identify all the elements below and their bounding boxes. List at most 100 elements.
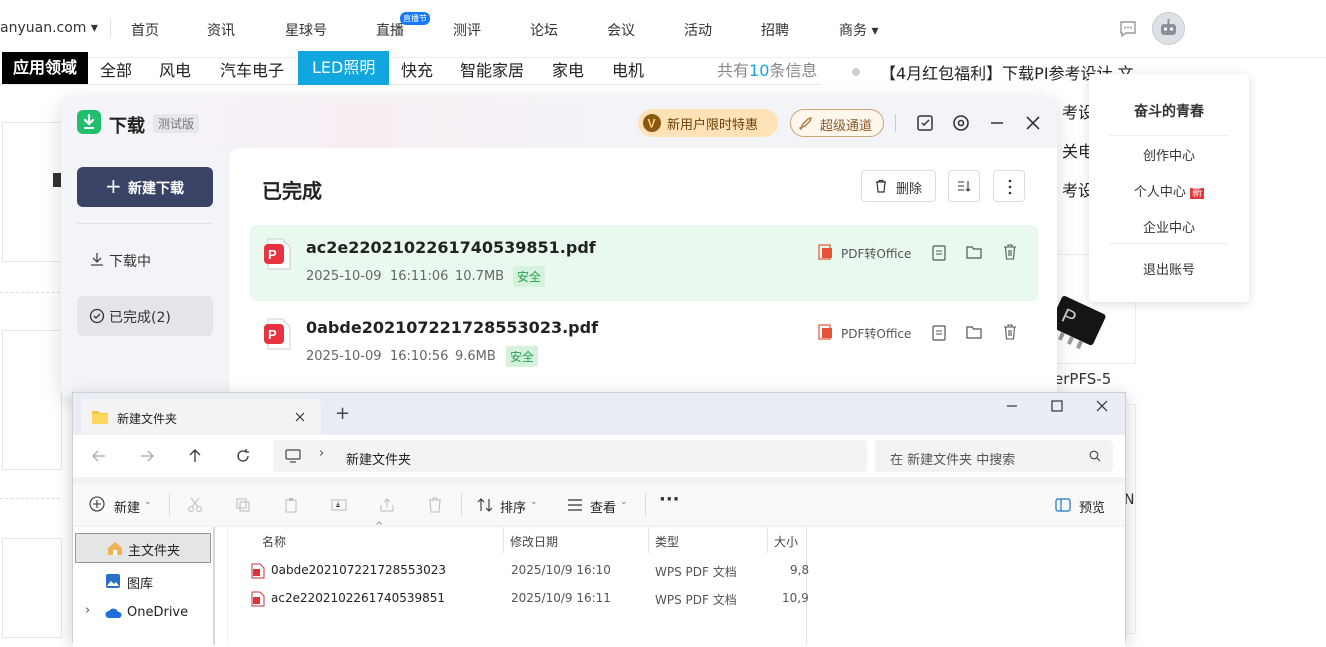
nav-events[interactable]: 活动 — [684, 20, 712, 40]
back-arrow-icon[interactable] — [91, 448, 107, 464]
nav-live[interactable]: 直播 — [376, 20, 404, 40]
column-divider[interactable] — [648, 527, 649, 553]
column-name[interactable]: 名称 — [262, 533, 286, 550]
site-domain[interactable]: anyuan.com ▾ — [0, 20, 98, 36]
cut-icon[interactable] — [187, 497, 203, 513]
file-date: 2025-10-09 — [306, 269, 382, 284]
cat-motor[interactable]: 电机 — [612, 57, 644, 81]
settings-icon[interactable] — [951, 113, 971, 133]
nav-news[interactable]: 资讯 — [207, 20, 235, 40]
cat-appliance[interactable]: 家电 — [552, 57, 584, 81]
file-name[interactable]: ac2e2202102261740539851.pdf — [306, 238, 596, 257]
table-row[interactable]: 0abde202107221728553023 2025/10/9 16:10 … — [243, 559, 809, 583]
menu-logout[interactable]: 退出账号 — [1089, 259, 1249, 278]
file-name[interactable]: 0abde202107221728553023.pdf — [306, 318, 598, 337]
nav-planet[interactable]: 星球号 — [285, 20, 327, 40]
svg-text:V: V — [648, 117, 656, 131]
menu-enterprise-center[interactable]: 企业中心 — [1089, 217, 1249, 236]
up-arrow-icon[interactable] — [187, 448, 203, 464]
share-icon[interactable] — [379, 497, 395, 513]
super-channel-button[interactable]: 超级通道 — [790, 109, 884, 137]
promo-button[interactable]: V 新用户限时特惠 — [638, 109, 778, 137]
nav-onedrive[interactable]: › OneDrive — [75, 599, 211, 627]
pane-splitter[interactable] — [213, 527, 215, 645]
new-download-button[interactable]: + 新建下载 — [77, 167, 213, 207]
nav-home-folder[interactable]: 主文件夹 — [75, 533, 211, 563]
left-card-1[interactable] — [2, 122, 63, 262]
nav-review[interactable]: 测评 — [453, 20, 481, 40]
table-row[interactable]: ac2e2202102261740539851 2025/10/9 16:11 … — [243, 587, 809, 611]
more-options-icon[interactable]: ··· — [659, 489, 680, 510]
search-input[interactable]: 在 新建文件夹 中搜索 — [875, 440, 1113, 472]
super-channel-label: 超级通道 — [820, 119, 873, 134]
file-row[interactable]: P 0abde202107221728553023.pdf 2025-10-09… — [250, 305, 1038, 381]
open-file-icon[interactable] — [932, 325, 946, 341]
sidebar-completed[interactable]: 已完成(2) — [77, 296, 213, 336]
refresh-icon[interactable] — [235, 448, 251, 464]
sort-button[interactable]: 排序 ⌄ — [475, 493, 545, 517]
delete-file-icon[interactable] — [1003, 244, 1017, 260]
expand-chevron-icon[interactable]: › — [85, 603, 90, 618]
sidebar-downloading[interactable]: 下载中 — [77, 240, 213, 278]
nav-forum[interactable]: 论坛 — [530, 20, 558, 40]
preview-button[interactable]: 预览 — [1053, 493, 1123, 517]
folder-icon[interactable] — [966, 245, 982, 259]
nav-divider — [110, 19, 111, 37]
cat-wind[interactable]: 风电 — [159, 57, 191, 81]
cat-smarthome[interactable]: 智能家居 — [460, 57, 524, 81]
column-type[interactable]: 类型 — [655, 533, 679, 550]
folder-icon[interactable] — [966, 325, 982, 339]
cat-led[interactable]: LED照明 — [298, 51, 390, 85]
feedback-icon[interactable] — [915, 113, 935, 133]
close-tab-icon[interactable] — [294, 411, 306, 423]
delete-button[interactable]: 删除 — [861, 170, 936, 202]
pdf-to-office-button[interactable]: PDF转Office — [841, 245, 911, 262]
completed-heading: 已完成 — [262, 179, 322, 203]
vip-icon: V — [643, 114, 661, 132]
column-modified[interactable]: 修改日期 — [510, 533, 558, 550]
file-row[interactable]: P ac2e2202102261740539851.pdf 2025-10-09… — [250, 225, 1038, 301]
new-button[interactable]: 新建 ⌄ — [87, 493, 157, 517]
minimize-icon[interactable] — [987, 113, 1007, 133]
product-label[interactable]: erPFS-5 — [1054, 370, 1111, 388]
cat-all[interactable]: 全部 — [100, 57, 132, 81]
maximize-icon[interactable] — [1050, 399, 1064, 413]
new-tab-icon[interactable]: + — [335, 403, 350, 424]
paste-icon[interactable] — [283, 497, 299, 513]
nav-business[interactable]: 商务 ▾ — [839, 20, 878, 40]
home-icon — [108, 542, 122, 555]
address-bar[interactable]: › 新建文件夹 — [273, 440, 867, 472]
left-card-3[interactable] — [2, 538, 62, 638]
left-card-2[interactable] — [2, 330, 62, 470]
column-divider[interactable] — [503, 527, 504, 553]
forward-arrow-icon[interactable] — [139, 448, 155, 464]
delete-file-icon[interactable] — [1003, 324, 1017, 340]
nav-jobs[interactable]: 招聘 — [761, 20, 789, 40]
nav-gallery[interactable]: 图库 — [75, 567, 211, 595]
divider — [169, 493, 170, 517]
nav-home[interactable]: 首页 — [131, 20, 159, 40]
explorer-tab[interactable]: 新建文件夹 — [81, 399, 321, 435]
rename-icon[interactable] — [331, 497, 347, 513]
minimize-icon[interactable] — [1005, 399, 1019, 413]
menu-creator-center[interactable]: 创作中心 — [1089, 145, 1249, 164]
more-button[interactable] — [993, 170, 1025, 202]
open-file-icon[interactable] — [932, 245, 946, 261]
nav-meeting[interactable]: 会议 — [607, 20, 635, 40]
sort-list-button[interactable] — [948, 170, 980, 202]
cat-auto[interactable]: 汽车电子 — [220, 57, 284, 81]
close-icon[interactable] — [1095, 399, 1109, 413]
pdf-to-office-button[interactable]: PDF转Office — [841, 325, 911, 342]
close-icon[interactable] — [1023, 113, 1043, 133]
breadcrumb[interactable]: 新建文件夹 — [346, 449, 411, 468]
column-divider[interactable] — [767, 527, 768, 553]
menu-personal-center[interactable]: 个人中心 新 — [1089, 181, 1249, 200]
cat-fastcharge[interactable]: 快充 — [401, 57, 433, 81]
row-date: 2025/10/9 16:10 — [511, 563, 611, 577]
delete-icon[interactable] — [427, 497, 443, 513]
view-button[interactable]: 查看 ⌄ — [565, 493, 635, 517]
copy-icon[interactable] — [235, 497, 251, 513]
message-icon[interactable] — [1118, 19, 1138, 39]
avatar[interactable] — [1152, 12, 1185, 45]
column-size[interactable]: 大小 — [774, 533, 798, 550]
